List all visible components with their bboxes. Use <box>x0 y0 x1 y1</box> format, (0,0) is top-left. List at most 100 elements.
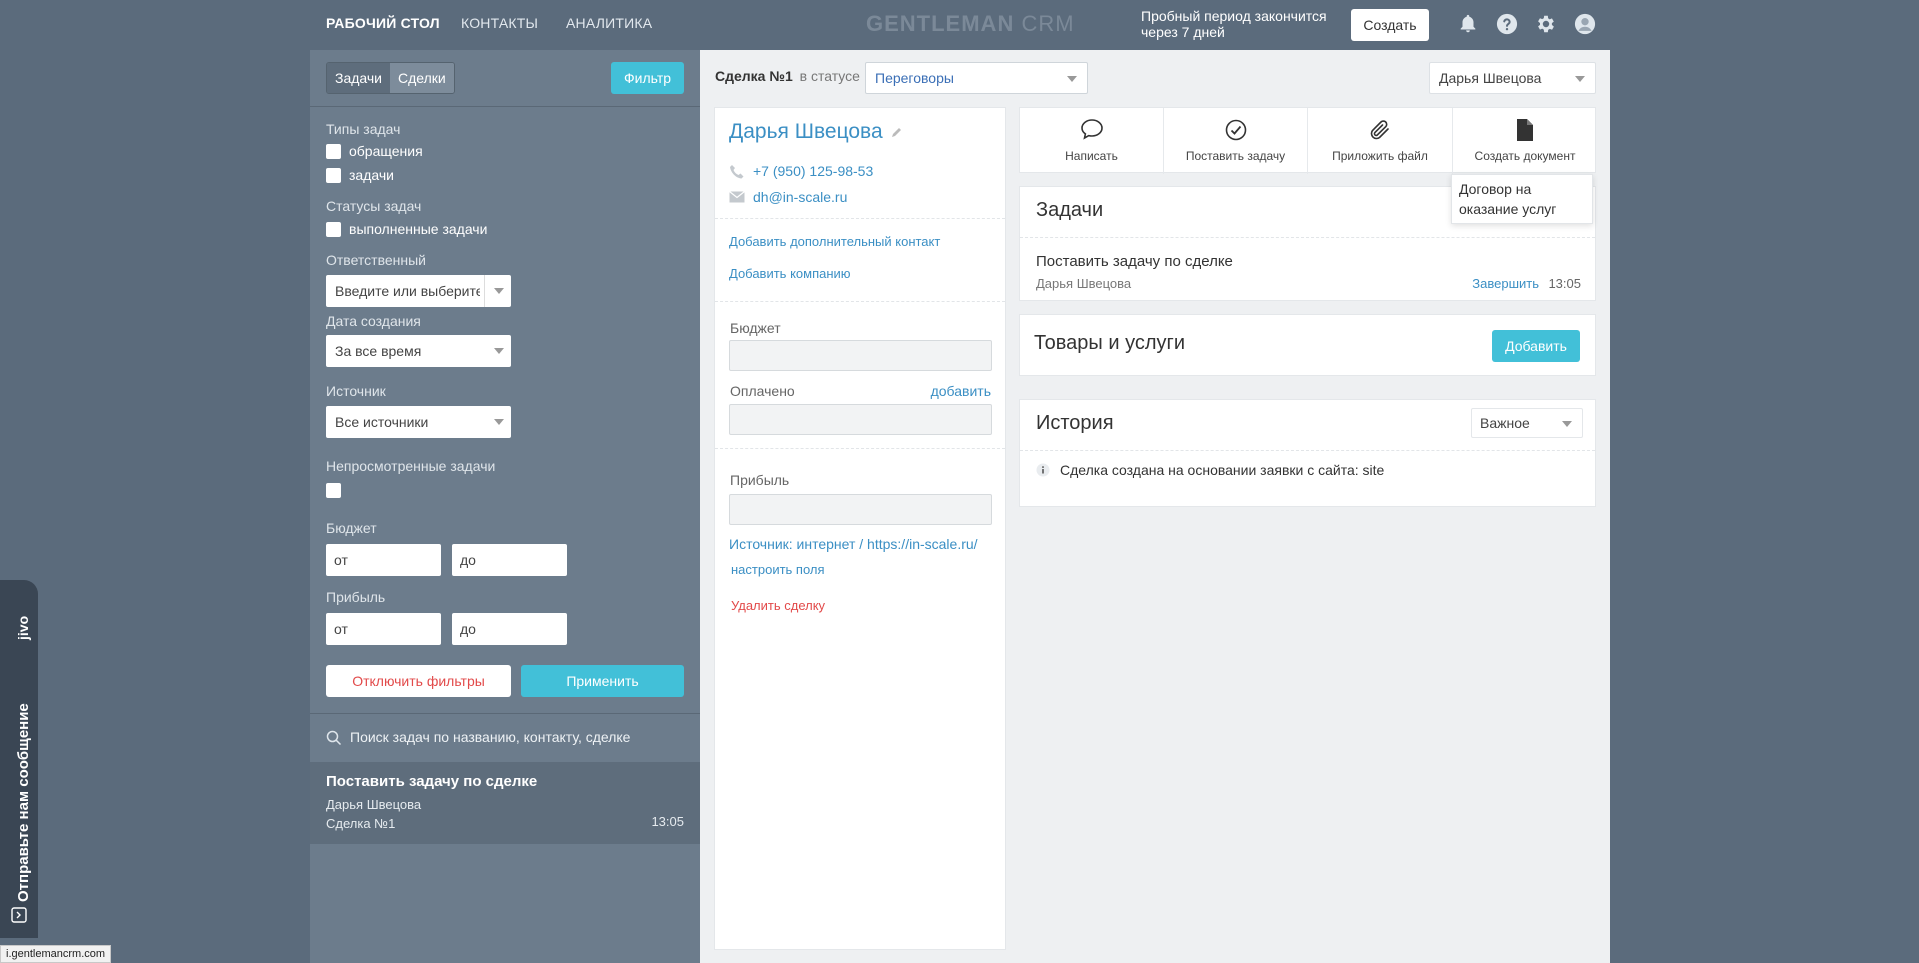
jivo-brand: jivo <box>15 616 31 641</box>
checkbox-tasks[interactable]: задачи <box>326 167 394 183</box>
delete-deal-link[interactable]: Удалить сделку <box>731 598 825 613</box>
paid-label: Оплачено <box>730 383 795 399</box>
document-template-tooltip[interactable]: Договор на оказание услуг <box>1451 174 1593 224</box>
responsible-label: Ответственный <box>326 252 426 268</box>
chevron-down-icon <box>494 419 504 425</box>
create-button[interactable]: Создать <box>1351 9 1429 41</box>
jivo-label: jivo Отправьте нам сообщение <box>15 616 32 902</box>
add-goods-button[interactable]: Добавить <box>1492 330 1580 362</box>
profit-to-input[interactable]: до <box>452 613 567 645</box>
action-bar: Написать Поставить задачу Приложить файл… <box>1019 107 1597 174</box>
divider <box>1020 450 1595 451</box>
jivo-message: Отправьте нам сообщение <box>15 703 32 902</box>
filter-button[interactable]: Фильтр <box>611 62 684 94</box>
add-task-action[interactable]: Поставить задачу <box>1164 108 1307 174</box>
filter-panel: Задачи Сделки Фильтр Типы задач обращени… <box>310 50 700 963</box>
nav-desktop[interactable]: РАБОЧИЙ СТОЛ <box>326 15 440 31</box>
document-icon <box>1517 119 1533 141</box>
history-filter-select[interactable]: Важное <box>1471 408 1583 438</box>
search-icon <box>326 730 342 746</box>
profit-from-input[interactable]: от <box>326 613 441 645</box>
checkbox[interactable] <box>326 167 341 183</box>
apply-button[interactable]: Применить <box>521 665 684 697</box>
chevron-down-icon <box>1067 76 1077 82</box>
phone-icon <box>730 165 744 179</box>
checkbox[interactable] <box>326 221 341 237</box>
task-person: Дарья Швецова <box>1036 276 1132 291</box>
jivo-chat-widget[interactable]: jivo Отправьте нам сообщение <box>0 580 38 938</box>
write-action[interactable]: Написать <box>1020 108 1163 174</box>
edit-icon[interactable] <box>891 126 903 138</box>
chevron-down-icon <box>1562 421 1572 427</box>
search-input[interactable]: Поиск задач по названию, контакту, сделк… <box>350 729 630 745</box>
trial-notice: Пробный период закончится через 7 дней <box>1141 8 1327 40</box>
checkbox[interactable] <box>326 483 341 498</box>
complete-task-link[interactable]: Завершить <box>1472 276 1539 291</box>
add-company-link[interactable]: Добавить компанию <box>729 266 851 281</box>
info-icon <box>1036 463 1050 477</box>
tab-tasks[interactable]: Задачи <box>327 63 391 93</box>
status-bar-url: i.gentlemancrm.com <box>0 945 112 963</box>
contact-name[interactable]: Дарья Швецова <box>729 120 903 144</box>
chevron-down-icon <box>494 348 504 354</box>
budget-label: Бюджет <box>730 320 781 336</box>
task-time: 13:05 <box>1548 276 1581 291</box>
source-label: Источник <box>326 383 386 399</box>
budget-from-input[interactable]: от <box>326 544 441 576</box>
user-icon[interactable] <box>1574 13 1596 35</box>
chat-icon <box>1081 119 1103 140</box>
top-bar: РАБОЧИЙ СТОЛ КОНТАКТЫ АНАЛИТИКА GENTLEMA… <box>0 0 1919 48</box>
source-link[interactable]: Источник: интернет / https://in-scale.ru… <box>729 536 978 552</box>
add-contact-link[interactable]: Добавить дополнительный контакт <box>729 234 940 249</box>
panel-tabs: Задачи Сделки <box>326 62 455 94</box>
chevron-down-icon <box>494 288 504 294</box>
email-icon <box>729 191 745 203</box>
task-title: Поставить задачу по сделке <box>1036 253 1233 270</box>
logo: GENTLEMAN CRM <box>866 11 1075 36</box>
assignee-select[interactable]: Дарья Швецова <box>1429 62 1596 94</box>
deal-header: Сделка №1 в статусе <box>715 68 860 84</box>
created-select[interactable]: За все время <box>326 335 511 367</box>
unseen-label: Непросмотренные задачи <box>326 458 496 474</box>
create-document-action[interactable]: Создать документ <box>1453 108 1597 174</box>
status-select[interactable]: Переговоры <box>865 62 1088 94</box>
budget-to-input[interactable]: до <box>452 544 567 576</box>
select-divider <box>484 275 485 307</box>
contact-phone[interactable]: +7 (950) 125-98-53 <box>753 163 873 179</box>
profit-label: Прибыль <box>730 472 790 488</box>
checkbox[interactable] <box>326 143 341 159</box>
divider <box>310 106 700 107</box>
divider <box>715 218 1005 219</box>
configure-fields-link[interactable]: настроить поля <box>731 562 825 577</box>
contact-card: Дарья Швецова +7 (950) 125-98-53 dh@in-s… <box>714 107 1006 950</box>
nav-contacts[interactable]: КОНТАКТЫ <box>461 15 538 31</box>
source-select[interactable]: Все источники <box>326 406 511 438</box>
paid-field[interactable] <box>729 404 992 435</box>
budget-label: Бюджет <box>326 520 377 536</box>
help-icon[interactable] <box>1496 13 1518 35</box>
task-search[interactable]: Поиск задач по названию, контакту, сделк… <box>310 714 700 762</box>
attach-file-action[interactable]: Приложить файл <box>1308 108 1452 174</box>
task-status-label: Статусы задач <box>326 198 422 214</box>
profit-field[interactable] <box>729 494 992 525</box>
list-item[interactable]: Поставить задачу по сделке Дарья Швецова… <box>310 762 700 844</box>
chevron-down-icon <box>1575 76 1585 82</box>
responsible-select[interactable]: Введите или выберите <box>326 275 511 307</box>
tab-deals[interactable]: Сделки <box>390 63 454 93</box>
disable-filters-button[interactable]: Отключить фильтры <box>326 665 511 697</box>
task-person: Дарья Швецова <box>326 797 422 812</box>
paid-add-link[interactable]: добавить <box>931 383 991 399</box>
budget-field[interactable] <box>729 340 992 371</box>
divider <box>715 301 1005 302</box>
chat-icon <box>11 907 27 923</box>
checkbox-completed[interactable]: выполненные задачи <box>326 221 487 237</box>
bell-icon[interactable] <box>1457 13 1479 35</box>
nav-analytics[interactable]: АНАЛИТИКА <box>566 15 652 31</box>
profit-label: Прибыль <box>326 589 386 605</box>
contact-email[interactable]: dh@in-scale.ru <box>753 189 847 205</box>
created-label: Дата создания <box>326 313 421 329</box>
gear-icon[interactable] <box>1535 13 1557 35</box>
checkbox-requests[interactable]: обращения <box>326 143 423 159</box>
divider <box>715 448 1005 449</box>
checkbox-unseen[interactable] <box>326 483 349 498</box>
